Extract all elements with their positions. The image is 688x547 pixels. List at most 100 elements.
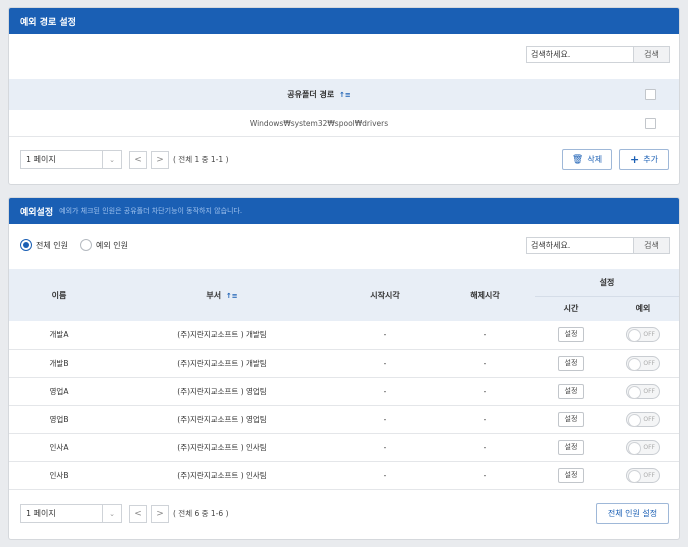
- exception-cell: OFF: [607, 377, 679, 406]
- page-select-value: 1 페이지: [26, 155, 56, 164]
- time-setting-cell: 설정: [535, 405, 607, 434]
- exception-toggle[interactable]: OFF: [626, 411, 660, 427]
- dept-cell: (주)지란지교소프트 ) 영업팀: [109, 377, 335, 406]
- column-header-exception: 예외: [607, 296, 679, 321]
- page-select[interactable]: 1 페이지 ⌄: [20, 150, 122, 169]
- panel-title: 예외 경로 설정: [20, 17, 76, 28]
- toggle-label: OFF: [643, 415, 655, 423]
- name-cell: 영업B: [9, 405, 109, 434]
- radio-unselected-icon: [79, 239, 92, 251]
- panel-title: 예외설정: [20, 207, 54, 218]
- dept-cell: (주)지란지교소프트 ) 인사팀: [109, 433, 335, 462]
- start-time-cell: -: [335, 321, 435, 350]
- path-table-header: 공유폴더 경로 ↑≡: [9, 79, 679, 110]
- time-setting-cell: 설정: [535, 377, 607, 406]
- exception-toggle[interactable]: OFF: [626, 355, 660, 371]
- name-cell: 개발A: [9, 321, 109, 350]
- dept-header-label: 부서: [206, 290, 222, 300]
- end-time-cell: -: [435, 377, 535, 406]
- time-setting-button[interactable]: 설정: [558, 327, 584, 343]
- all-member-setting-button[interactable]: 전체 인원 설정: [596, 503, 669, 524]
- time-setting-button[interactable]: 설정: [558, 411, 584, 427]
- radio-exception-members[interactable]: 예외 인원: [79, 239, 128, 251]
- end-time-cell: -: [435, 349, 535, 378]
- start-time-cell: -: [335, 349, 435, 378]
- member-search: 검색하세요. 검색: [526, 237, 670, 254]
- dept-cell: (주)지란지교소프트 ) 개발팀: [109, 349, 335, 378]
- name-cell: 개발B: [9, 349, 109, 378]
- chevron-down-icon[interactable]: ⌄: [102, 505, 121, 522]
- name-cell: 영업A: [9, 377, 109, 406]
- row-checkbox[interactable]: [645, 117, 656, 129]
- panel-header: 예외 경로 설정: [9, 8, 679, 34]
- toggle-label: OFF: [643, 359, 655, 367]
- column-header-path: 공유폴더 경로: [287, 90, 335, 99]
- end-time-cell: -: [435, 321, 535, 350]
- prev-page-button[interactable]: <: [129, 504, 147, 523]
- sort-icon[interactable]: ↑≡: [226, 292, 238, 300]
- time-setting-cell: 설정: [535, 349, 607, 378]
- search-button[interactable]: 검색: [633, 237, 670, 254]
- table-row: 개발B (주)지란지교소프트 ) 개발팀 - - 설정 OFF: [9, 349, 679, 378]
- start-time-cell: -: [335, 433, 435, 462]
- table-row: 인사A (주)지란지교소프트 ) 인사팀 - - 설정 OFF: [9, 433, 679, 462]
- time-setting-button[interactable]: 설정: [558, 355, 584, 371]
- chevron-down-icon[interactable]: ⌄: [102, 151, 121, 168]
- radio-except-label: 예외 인원: [95, 240, 128, 250]
- trash-icon: 🗑: [571, 154, 584, 165]
- toggle-label: OFF: [643, 331, 655, 339]
- column-header-end: 해제시각: [435, 269, 535, 321]
- next-page-button[interactable]: >: [151, 150, 169, 169]
- time-setting-cell: 설정: [535, 321, 607, 350]
- radio-selected-icon: [20, 239, 32, 251]
- exception-path-panel: 예외 경로 설정 검색하세요. 검색 공유폴더 경로 ↑≡ Windows₩sy…: [8, 7, 680, 185]
- table-row: 인사B (주)지란지교소프트 ) 인사팀 - - 설정 OFF: [9, 461, 679, 490]
- add-label: 추가: [643, 155, 658, 164]
- sort-icon[interactable]: ↑≡: [339, 91, 351, 99]
- exception-cell: OFF: [607, 349, 679, 378]
- exception-toggle[interactable]: OFF: [626, 327, 660, 343]
- page-select-value: 1 페이지: [26, 509, 56, 518]
- page-count: ( 전체 6 중 1-6 ): [173, 509, 229, 518]
- search-button[interactable]: 검색: [633, 46, 670, 63]
- time-setting-cell: 설정: [535, 433, 607, 462]
- add-button[interactable]: + 추가: [619, 149, 669, 170]
- plus-icon: +: [630, 153, 640, 166]
- time-setting-button[interactable]: 설정: [558, 383, 584, 399]
- select-all-checkbox[interactable]: [645, 89, 656, 100]
- name-cell: 인사B: [9, 461, 109, 490]
- page-count: ( 전체 1 중 1-1 ): [173, 155, 229, 164]
- toggle-label: OFF: [643, 443, 655, 451]
- exception-settings-panel: 예외설정 예외가 체크된 인원은 공유폴더 차단기능이 동작하지 않습니다. 전…: [8, 197, 680, 540]
- exception-cell: OFF: [607, 405, 679, 434]
- member-filter: 전체 인원 예외 인원: [20, 239, 128, 251]
- page-select[interactable]: 1 페이지 ⌄: [20, 504, 122, 523]
- column-header-start: 시작시각: [335, 269, 435, 321]
- table-row: 영업A (주)지란지교소프트 ) 영업팀 - - 설정 OFF: [9, 377, 679, 406]
- delete-button[interactable]: 🗑 삭제: [562, 149, 612, 170]
- exception-toggle[interactable]: OFF: [626, 467, 660, 483]
- start-time-cell: -: [335, 377, 435, 406]
- path-search: 검색하세요. 검색: [526, 46, 670, 63]
- column-header-time: 시간: [535, 296, 607, 321]
- radio-all-members[interactable]: 전체 인원: [20, 239, 68, 251]
- time-setting-cell: 설정: [535, 461, 607, 490]
- time-setting-button[interactable]: 설정: [558, 439, 584, 455]
- end-time-cell: -: [435, 433, 535, 462]
- name-cell: 인사A: [9, 433, 109, 462]
- exception-cell: OFF: [607, 433, 679, 462]
- radio-all-label: 전체 인원: [36, 240, 68, 250]
- panel-description: 예외가 체크된 인원은 공유폴더 차단기능이 동작하지 않습니다.: [59, 207, 243, 215]
- search-input[interactable]: 검색하세요.: [526, 46, 633, 63]
- time-setting-button[interactable]: 설정: [558, 467, 584, 483]
- column-header-dept: 부서 ↑≡: [109, 269, 335, 321]
- search-input[interactable]: 검색하세요.: [526, 237, 633, 254]
- table-row: 영업B (주)지란지교소프트 ) 영업팀 - - 설정 OFF: [9, 405, 679, 434]
- next-page-button[interactable]: >: [151, 504, 169, 523]
- column-header-name: 이름: [9, 269, 109, 321]
- exception-toggle[interactable]: OFF: [626, 383, 660, 399]
- path-cell: Windows₩system32₩spool₩drivers: [249, 118, 389, 128]
- exception-toggle[interactable]: OFF: [626, 439, 660, 455]
- prev-page-button[interactable]: <: [129, 150, 147, 169]
- pager: 1 페이지 ⌄ < > ( 전체 6 중 1-6 ): [20, 504, 229, 523]
